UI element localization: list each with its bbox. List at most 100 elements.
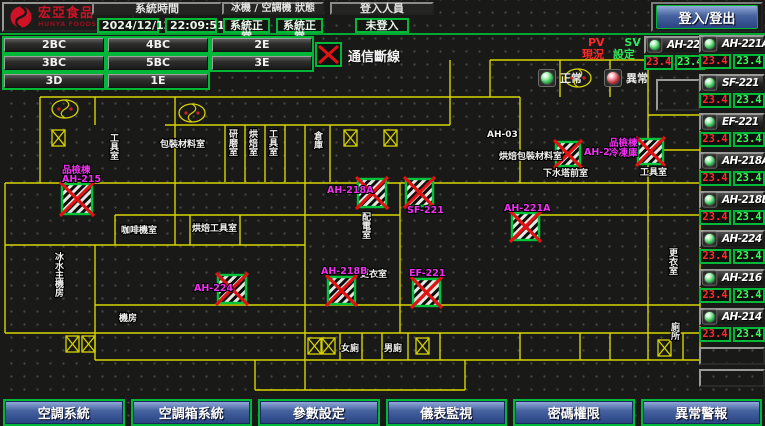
map-label: 男廁: [384, 342, 402, 354]
zone-button-5bc[interactable]: 5BC: [108, 56, 208, 70]
door-x-icon: [384, 130, 397, 146]
unit-name: SF-221: [722, 77, 759, 89]
comm-lost-mark: [404, 177, 435, 208]
hunya-logo-icon: [9, 5, 33, 29]
unit-status-led: [702, 270, 717, 285]
unit-values: 23.423.4: [699, 288, 765, 303]
empty-slot: [699, 347, 765, 365]
status-legend: 正常 異常: [538, 69, 648, 87]
unit-pv-value: 23.4: [699, 171, 731, 186]
unit-sv-value: 23.4: [733, 93, 765, 108]
unit-entry-sf-221: SF-221 23.423.4: [699, 74, 765, 108]
nav-button-密碼權限[interactable]: 密碼權限: [515, 401, 633, 424]
door-x-icon: [658, 340, 671, 356]
header-divider: [0, 33, 765, 35]
unit-entry-ef-221: EF-221 23.423.4: [699, 113, 765, 147]
unit-name: AH-218B: [722, 194, 765, 206]
nav-button-參數設定[interactable]: 參數設定: [260, 401, 378, 424]
unit-status-led: [702, 75, 717, 90]
unit-column-left: AH-22523.423.4: [644, 36, 700, 111]
map-label: 工具室: [267, 129, 279, 156]
zone-button-2bc[interactable]: 2BC: [4, 38, 104, 52]
nav-button-空調箱系統[interactable]: 空調箱系統: [133, 401, 251, 424]
map-label: 下水塔前室: [543, 167, 588, 179]
zone-button-3e[interactable]: 3E: [212, 56, 312, 70]
unit-button-sf-221[interactable]: SF-221: [699, 74, 765, 92]
comm-lost-mark: [411, 277, 442, 308]
unit-sv-value: 23.4: [733, 210, 765, 225]
login-logout-button[interactable]: 登入/登出: [656, 5, 758, 29]
unit-sv-value: 23.4: [733, 249, 765, 264]
comm-lost-mark: [326, 275, 357, 306]
unit-entry-ah-218a: AH-218A 23.423.4: [699, 152, 765, 186]
nav-button-frame: 儀表監視: [386, 399, 508, 426]
map-label: 更衣室: [667, 248, 678, 275]
empty-slot: [656, 79, 700, 111]
door-x-icon: [416, 338, 429, 354]
system-time-section: 系統時間 2024/12/12 22:09:51: [92, 2, 222, 33]
zone-button-frame: 3BC: [2, 54, 106, 72]
map-label: 咖啡機室: [121, 224, 157, 236]
abnormal-led-icon: [604, 69, 622, 87]
floor-walls: [5, 60, 700, 390]
unit-button-ah-214[interactable]: AH-214: [699, 308, 765, 326]
login-user-value: 未登入: [355, 18, 409, 33]
unit-status-led: [647, 37, 662, 52]
unit-name: AH-221A: [722, 38, 765, 50]
nav-button-frame: 密碼權限: [513, 399, 635, 426]
unit-pv-value: 23.4: [699, 132, 731, 147]
zone-button-frame: 3D: [2, 72, 106, 90]
nav-button-異常警報[interactable]: 異常警報: [643, 401, 761, 424]
zone-button-3bc[interactable]: 3BC: [4, 56, 104, 70]
system-clock-value: 22:09:51: [165, 18, 217, 33]
unit-name: AH-216: [722, 272, 762, 284]
unit-name: AH-218A: [722, 155, 765, 167]
nav-button-儀表監視[interactable]: 儀表監視: [388, 401, 506, 424]
chiller-status-value: 系統正常: [223, 18, 270, 33]
map-label: 工具室: [640, 166, 667, 178]
map-label: AH-218A: [327, 185, 374, 196]
unit-status-led: [702, 36, 717, 51]
unit-values: 23.423.4: [699, 54, 765, 69]
unit-entry-ah-216: AH-216 23.423.4: [699, 269, 765, 303]
map-label: 機房: [119, 312, 137, 324]
nav-button-frame: 空調箱系統: [131, 399, 253, 426]
unit-button-ah-218b[interactable]: AH-218B: [699, 191, 765, 209]
unit-values: 23.423.4: [699, 249, 765, 264]
unit-button-ah-218a[interactable]: AH-218A: [699, 152, 765, 170]
unit-button-ah-224[interactable]: AH-224: [699, 230, 765, 248]
comm-lost-label: 通信斷線: [348, 46, 400, 65]
empty-slot: [699, 369, 765, 387]
login-user-title: 登入人員: [330, 2, 434, 15]
zone-button-4bc[interactable]: 4BC: [108, 38, 208, 52]
unit-pv-value: 23.4: [699, 93, 731, 108]
stairs-icon: [179, 104, 205, 122]
unit-button-ah-225[interactable]: AH-225: [644, 36, 700, 54]
unit-button-ah-216[interactable]: AH-216: [699, 269, 765, 287]
zone-button-2e[interactable]: 2E: [212, 38, 312, 52]
unit-name: AH-214: [722, 311, 762, 323]
unit-values: 23.423.4: [699, 171, 765, 186]
zone-button-1e[interactable]: 1E: [108, 74, 208, 88]
unit-pv-value: 23.4: [699, 288, 731, 303]
nav-button-空調系統[interactable]: 空調系統: [5, 401, 123, 424]
unit-entry-ah-214: AH-21423.423.4: [699, 308, 765, 342]
system-date-value: 2024/12/12: [97, 18, 159, 33]
unit-name: EF-221: [722, 116, 759, 128]
map-label: 烘焙室: [247, 128, 258, 156]
map-label: AH-218B: [321, 266, 367, 277]
normal-led-icon: [538, 69, 556, 87]
unit-button-ef-221[interactable]: EF-221: [699, 113, 765, 131]
map-label: AH-03: [487, 130, 518, 140]
zone-button-grid: 2BC 4BC 2E 3BC 5BC 3E 3D 1E: [2, 36, 314, 90]
unit-status-led: [702, 192, 717, 207]
door-x-icon: [308, 338, 321, 354]
brand-name-en: HUNYA FOODS: [38, 20, 97, 28]
map-label: AH-215: [62, 174, 101, 185]
unit-button-ah-221a[interactable]: AH-221A: [699, 35, 765, 53]
comm-lost-mark: [510, 211, 541, 242]
zone-button-3d[interactable]: 3D: [4, 74, 104, 88]
unit-sv-value: 23.4: [733, 132, 765, 147]
login-button-frame: 登入/登出: [651, 2, 763, 32]
unit-status-led: [702, 309, 717, 324]
